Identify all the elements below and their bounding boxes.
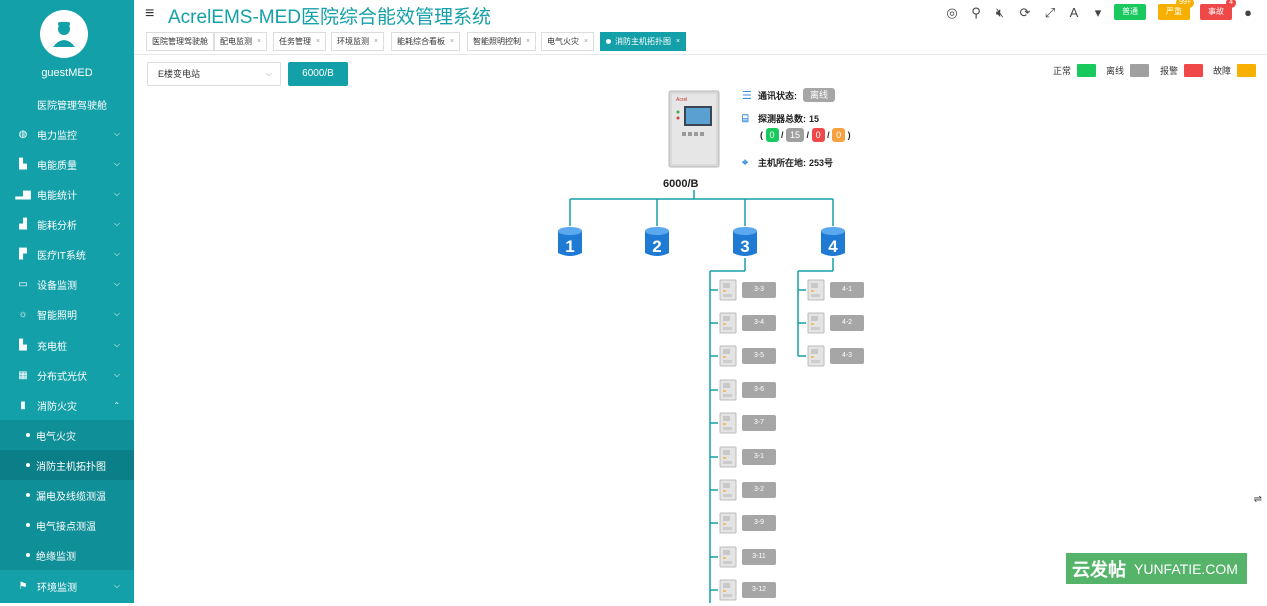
detector-device-icon [719,512,737,534]
detector-device[interactable] [718,379,738,401]
detector-device-icon [719,412,737,434]
detector-label[interactable]: 3-12 [742,582,776,598]
detector-device-icon [719,345,737,367]
bus-number: 3 [740,237,749,256]
detector-label[interactable]: 3-9 [742,515,776,531]
detector-device-icon [719,379,737,401]
detector-device-icon [719,546,737,568]
detector-label[interactable]: 4-3 [830,348,864,364]
detector-device[interactable] [718,345,738,367]
detector-device[interactable] [806,279,826,301]
detector-device[interactable] [718,412,738,434]
database-icon: 1 [558,227,582,256]
database-icon: 4 [821,227,845,256]
watermark-cn: 云发帖 [1072,559,1126,580]
detector-label[interactable]: 4-1 [830,282,864,298]
detector-label[interactable]: 3-6 [742,382,776,398]
database-icon: 3 [733,227,757,256]
detector-label[interactable]: 3-2 [742,482,776,498]
detector-label[interactable]: 3-11 [742,549,776,565]
detector-label[interactable]: 3-3 [742,282,776,298]
bus-number: 1 [565,237,574,256]
database-icon: 2 [645,227,669,256]
bus-1[interactable]: 1 [557,226,583,258]
detector-device-icon [807,279,825,301]
detector-label[interactable]: 3-1 [742,449,776,465]
bus-number: 4 [828,237,838,256]
detector-device[interactable] [806,312,826,334]
detector-device-icon [719,279,737,301]
detector-device[interactable] [806,345,826,367]
watermark-en: YUNFATIE.COM [1134,560,1238,577]
bus-3[interactable]: 3 [732,226,758,258]
detector-device[interactable] [718,546,738,568]
detector-device-icon [719,446,737,468]
detector-device-icon [719,579,737,601]
watermark-logo: 云发帖 YUNFATIE.COM [1066,553,1247,584]
filter-icon[interactable]: ⇌ [1254,494,1262,505]
detector-label[interactable]: 4-2 [830,315,864,331]
detector-device[interactable] [718,312,738,334]
detector-device-icon [719,312,737,334]
detector-device[interactable] [718,512,738,534]
detector-device-icon [807,345,825,367]
bus-number: 2 [652,237,661,256]
detector-label[interactable]: 3-7 [742,415,776,431]
detector-label[interactable]: 3-4 [742,315,776,331]
detector-device[interactable] [718,446,738,468]
detector-device[interactable] [718,579,738,601]
detector-device[interactable] [718,279,738,301]
bus-4[interactable]: 4 [820,226,846,258]
bus-2[interactable]: 2 [644,226,670,258]
detector-device[interactable] [718,479,738,501]
detector-label[interactable]: 3-5 [742,348,776,364]
topology-lines [569,190,834,603]
detector-device-icon [719,479,737,501]
detector-device-icon [807,312,825,334]
